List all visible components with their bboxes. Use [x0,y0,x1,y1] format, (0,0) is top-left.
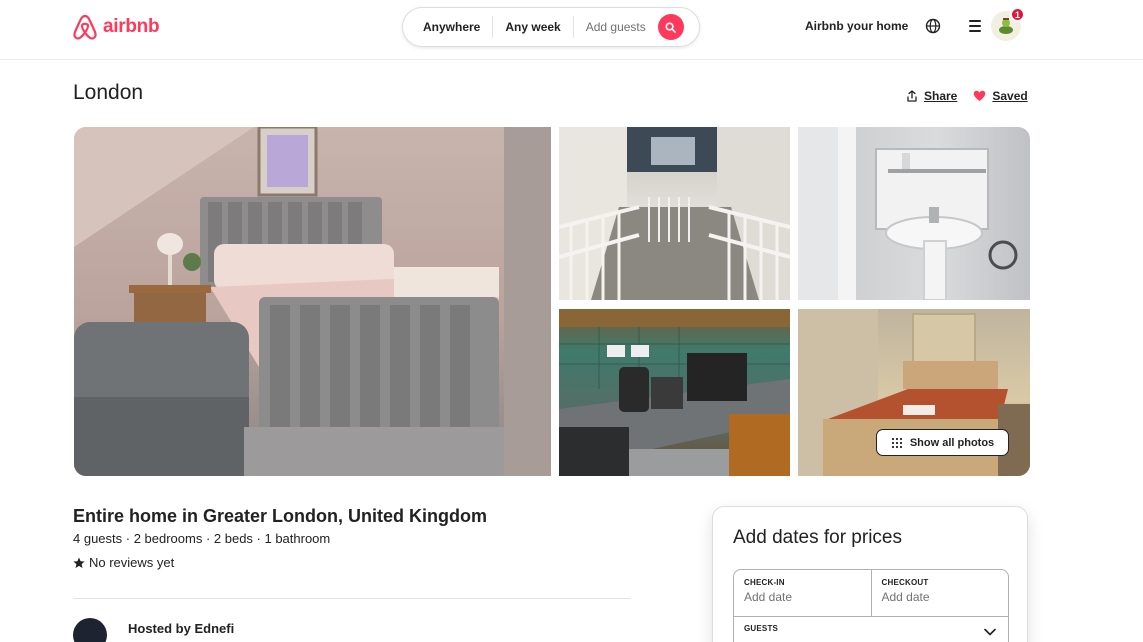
search-anywhere[interactable]: Anywhere [411,16,494,38]
show-all-photos-button[interactable]: Show all photos [876,429,1009,456]
notification-badge: 1 [1010,7,1025,22]
date-picker[interactable]: CHECK-IN Add date CHECKOUT Add date [733,569,1009,617]
checkin-field[interactable]: CHECK-IN Add date [734,570,871,616]
share-button[interactable]: Share [906,89,957,103]
kitchen-illustration [559,309,790,476]
bedroom-illustration [74,127,551,476]
chevron-down-icon [984,628,996,636]
saved-button[interactable]: Saved [973,89,1028,103]
search-add-guests[interactable]: Add guests [574,16,652,38]
booking-title: Add dates for prices [733,527,902,548]
grid-dots-icon [891,437,902,448]
menu-icon [969,20,981,32]
search-any-week[interactable]: Any week [493,16,574,38]
top-header: airbnb Anywhere Any week Add guests Airb… [0,0,1143,60]
reviews-summary: No reviews yet [73,555,174,570]
kitchen-photo[interactable] [559,309,790,476]
airbnb-logo-icon [73,14,97,40]
section-divider [73,598,631,599]
globe-icon[interactable] [925,18,941,34]
checkin-label: CHECK-IN [744,578,785,587]
staircase-photo[interactable] [559,127,790,300]
listing-actions: Share Saved [906,89,1028,103]
page-title: London [73,81,144,104]
user-avatar: 1 [991,7,1025,41]
guests-field[interactable]: GUESTS [733,616,1009,642]
hosted-by-label: Hosted by Ednefi [128,621,235,636]
checkout-field[interactable]: CHECKOUT Add date [870,570,1009,616]
search-bar[interactable]: Anywhere Any week Add guests [402,7,700,47]
staircase-illustration [559,127,790,300]
heart-icon [974,90,986,101]
star-icon [73,557,85,568]
host-avatar[interactable] [73,618,107,642]
listing-heading: Entire home in Greater London, United Ki… [73,506,488,526]
saved-label: Saved [992,89,1028,103]
show-all-photos-label: Show all photos [909,436,995,449]
airbnb-your-home-link[interactable]: Airbnb your home [805,19,908,33]
reviews-label: No reviews yet [89,555,175,570]
airbnb-logo[interactable]: airbnb [72,12,160,42]
checkin-value: Add date [744,590,793,604]
search-icon [665,21,677,33]
checkout-value: Add date [881,590,930,604]
main-bedroom-photo[interactable] [74,127,551,476]
booking-card: Add dates for prices CHECK-IN Add date C… [712,506,1028,642]
listing-details: 4 guests · 2 bedrooms · 2 beds · 1 bathr… [73,531,331,546]
checkout-label: CHECKOUT [881,578,929,587]
share-label: Share [924,89,958,103]
logo-text: airbnb [103,16,160,37]
sink-illustration [798,127,1018,300]
guests-label: GUESTS [744,624,779,633]
bathroom-sink-photo[interactable] [798,127,1030,300]
search-button[interactable] [657,14,684,40]
user-menu-button[interactable]: 1 [957,6,1029,46]
share-icon [907,90,917,102]
